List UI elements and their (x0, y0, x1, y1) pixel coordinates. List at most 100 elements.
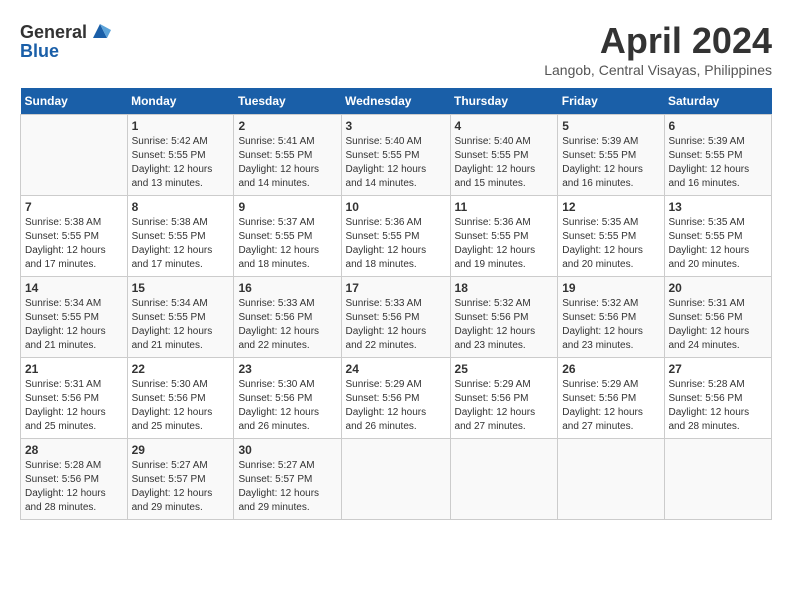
day-info: Sunrise: 5:31 AM Sunset: 5:56 PM Dayligh… (25, 378, 123, 434)
day-number: 29 (132, 443, 230, 457)
weekday-header-thursday: Thursday (450, 88, 558, 115)
day-number: 9 (238, 200, 336, 214)
day-info: Sunrise: 5:29 AM Sunset: 5:56 PM Dayligh… (455, 378, 554, 434)
calendar-cell: 19 Sunrise: 5:32 AM Sunset: 5:56 PM Dayli… (558, 277, 664, 358)
day-number: 23 (238, 362, 336, 376)
calendar-cell: 8 Sunrise: 5:38 AM Sunset: 5:55 PM Daylig… (127, 196, 234, 277)
month-title: April 2024 (544, 20, 772, 62)
day-number: 20 (669, 281, 768, 295)
logo-icon (89, 20, 111, 45)
day-number: 7 (25, 200, 123, 214)
weekday-header-friday: Friday (558, 88, 664, 115)
calendar-cell (341, 439, 450, 520)
calendar-cell: 5Sunrise: 5:39 AM Sunset: 5:55 PM Daylig… (558, 115, 664, 196)
weekday-header-sunday: Sunday (21, 88, 128, 115)
calendar-cell: 4Sunrise: 5:40 AM Sunset: 5:55 PM Daylig… (450, 115, 558, 196)
calendar-cell: 12 Sunrise: 5:35 AM Sunset: 5:55 PM Dayli… (558, 196, 664, 277)
day-info: Sunrise: 5:27 AM Sunset: 5:57 PM Dayligh… (132, 459, 230, 515)
day-number: 22 (132, 362, 230, 376)
day-number: 3 (346, 119, 446, 133)
calendar-cell: 6Sunrise: 5:39 AM Sunset: 5:55 PM Daylig… (664, 115, 772, 196)
day-info: Sunrise: 5:33 AM Sunset: 5:56 PM Dayligh… (346, 297, 446, 353)
day-info: Sunrise: 5:33 AM Sunset: 5:56 PM Dayligh… (238, 297, 336, 353)
day-number: 27 (669, 362, 768, 376)
day-number: 12 (562, 200, 659, 214)
day-info: Sunrise: 5:30 AM Sunset: 5:56 PM Dayligh… (238, 378, 336, 434)
calendar-cell: 22 Sunrise: 5:30 AM Sunset: 5:56 PM Dayli… (127, 358, 234, 439)
day-info: Sunrise: 5:34 AM Sunset: 5:55 PM Dayligh… (132, 297, 230, 353)
calendar-cell: 23 Sunrise: 5:30 AM Sunset: 5:56 PM Dayli… (234, 358, 341, 439)
day-number: 1 (132, 119, 230, 133)
day-info: Sunrise: 5:36 AM Sunset: 5:55 PM Dayligh… (346, 216, 446, 272)
day-number: 26 (562, 362, 659, 376)
day-info: Sunrise: 5:37 AM Sunset: 5:55 PM Dayligh… (238, 216, 336, 272)
calendar-cell: 3 Sunrise: 5:40 AM Sunset: 5:55 PM Daylig… (341, 115, 450, 196)
calendar-table: SundayMondayTuesdayWednesdayThursdayFrid… (20, 88, 772, 520)
calendar-cell: 7Sunrise: 5:38 AM Sunset: 5:55 PM Daylig… (21, 196, 128, 277)
calendar-cell: 16 Sunrise: 5:33 AM Sunset: 5:56 PM Dayli… (234, 277, 341, 358)
weekday-header-row: SundayMondayTuesdayWednesdayThursdayFrid… (21, 88, 772, 115)
calendar-week-3: 14Sunrise: 5:34 AM Sunset: 5:55 PM Dayli… (21, 277, 772, 358)
day-number: 21 (25, 362, 123, 376)
logo: General Blue (20, 20, 111, 62)
day-info: Sunrise: 5:35 AM Sunset: 5:55 PM Dayligh… (562, 216, 659, 272)
weekday-header-wednesday: Wednesday (341, 88, 450, 115)
day-number: 16 (238, 281, 336, 295)
day-info: Sunrise: 5:28 AM Sunset: 5:56 PM Dayligh… (669, 378, 768, 434)
day-number: 4 (455, 119, 554, 133)
calendar-week-5: 28 Sunrise: 5:28 AM Sunset: 5:56 PM Dayli… (21, 439, 772, 520)
day-info: Sunrise: 5:39 AM Sunset: 5:55 PM Dayligh… (669, 135, 768, 191)
day-info: Sunrise: 5:41 AM Sunset: 5:55 PM Dayligh… (238, 135, 336, 191)
calendar-cell (558, 439, 664, 520)
weekday-header-monday: Monday (127, 88, 234, 115)
location-subtitle: Langob, Central Visayas, Philippines (544, 62, 772, 78)
calendar-cell: 15Sunrise: 5:34 AM Sunset: 5:55 PM Dayli… (127, 277, 234, 358)
day-number: 11 (455, 200, 554, 214)
title-area: April 2024 Langob, Central Visayas, Phil… (544, 20, 772, 78)
calendar-cell: 28 Sunrise: 5:28 AM Sunset: 5:56 PM Dayli… (21, 439, 128, 520)
day-number: 28 (25, 443, 123, 457)
weekday-header-tuesday: Tuesday (234, 88, 341, 115)
calendar-cell: 29 Sunrise: 5:27 AM Sunset: 5:57 PM Dayli… (127, 439, 234, 520)
calendar-cell: 1 Sunrise: 5:42 AM Sunset: 5:55 PM Daylig… (127, 115, 234, 196)
calendar-cell: 18 Sunrise: 5:32 AM Sunset: 5:56 PM Dayli… (450, 277, 558, 358)
day-info: Sunrise: 5:28 AM Sunset: 5:56 PM Dayligh… (25, 459, 123, 515)
day-info: Sunrise: 5:40 AM Sunset: 5:55 PM Dayligh… (346, 135, 446, 191)
day-info: Sunrise: 5:29 AM Sunset: 5:56 PM Dayligh… (346, 378, 446, 434)
calendar-cell: 25 Sunrise: 5:29 AM Sunset: 5:56 PM Dayli… (450, 358, 558, 439)
day-number: 5 (562, 119, 659, 133)
calendar-cell (664, 439, 772, 520)
day-number: 24 (346, 362, 446, 376)
day-number: 17 (346, 281, 446, 295)
calendar-cell: 20Sunrise: 5:31 AM Sunset: 5:56 PM Dayli… (664, 277, 772, 358)
day-number: 8 (132, 200, 230, 214)
day-number: 13 (669, 200, 768, 214)
calendar-cell (21, 115, 128, 196)
calendar-week-1: 1 Sunrise: 5:42 AM Sunset: 5:55 PM Daylig… (21, 115, 772, 196)
calendar-cell: 9 Sunrise: 5:37 AM Sunset: 5:55 PM Daylig… (234, 196, 341, 277)
calendar-cell: 11 Sunrise: 5:36 AM Sunset: 5:55 PM Dayli… (450, 196, 558, 277)
day-number: 25 (455, 362, 554, 376)
day-number: 10 (346, 200, 446, 214)
calendar-cell: 14Sunrise: 5:34 AM Sunset: 5:55 PM Dayli… (21, 277, 128, 358)
logo-general-text: General (20, 22, 87, 43)
day-info: Sunrise: 5:36 AM Sunset: 5:55 PM Dayligh… (455, 216, 554, 272)
day-info: Sunrise: 5:30 AM Sunset: 5:56 PM Dayligh… (132, 378, 230, 434)
day-info: Sunrise: 5:38 AM Sunset: 5:55 PM Dayligh… (132, 216, 230, 272)
calendar-cell: 10 Sunrise: 5:36 AM Sunset: 5:55 PM Dayli… (341, 196, 450, 277)
logo-blue-text: Blue (20, 41, 59, 62)
day-number: 18 (455, 281, 554, 295)
calendar-cell: 21 Sunrise: 5:31 AM Sunset: 5:56 PM Dayli… (21, 358, 128, 439)
day-info: Sunrise: 5:42 AM Sunset: 5:55 PM Dayligh… (132, 135, 230, 191)
calendar-cell: 2 Sunrise: 5:41 AM Sunset: 5:55 PM Daylig… (234, 115, 341, 196)
calendar-cell: 24 Sunrise: 5:29 AM Sunset: 5:56 PM Dayli… (341, 358, 450, 439)
calendar-week-2: 7 Sunrise: 5:38 AM Sunset: 5:55 PM Daylig… (21, 196, 772, 277)
day-info: Sunrise: 5:32 AM Sunset: 5:56 PM Dayligh… (455, 297, 554, 353)
calendar-week-4: 21 Sunrise: 5:31 AM Sunset: 5:56 PM Dayli… (21, 358, 772, 439)
calendar-cell: 26Sunrise: 5:29 AM Sunset: 5:56 PM Dayli… (558, 358, 664, 439)
day-number: 19 (562, 281, 659, 295)
day-info: Sunrise: 5:34 AM Sunset: 5:55 PM Dayligh… (25, 297, 123, 353)
day-number: 2 (238, 119, 336, 133)
day-info: Sunrise: 5:32 AM Sunset: 5:56 PM Dayligh… (562, 297, 659, 353)
calendar-cell: 27 Sunrise: 5:28 AM Sunset: 5:56 PM Dayli… (664, 358, 772, 439)
